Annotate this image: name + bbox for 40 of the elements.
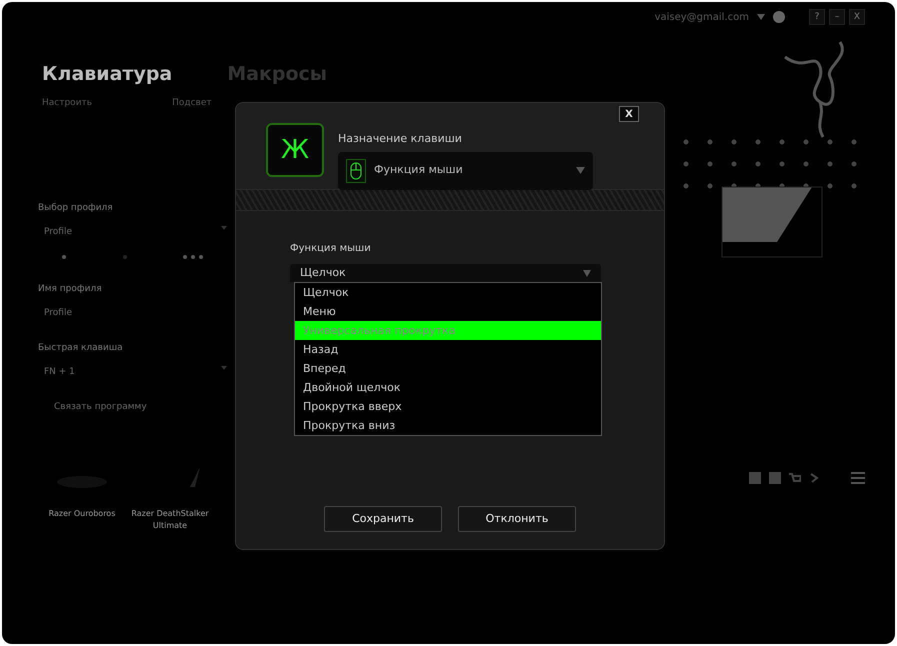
device-name: Razer Ouroboros (48, 508, 116, 520)
tab[interactable]: Клавиатура (42, 60, 172, 88)
dialog-button[interactable]: Отклонить (458, 506, 576, 532)
function-label: Функция мыши (290, 242, 372, 256)
profile-dropdown[interactable]: Profile (38, 226, 227, 239)
globe-icon[interactable] (773, 11, 785, 23)
cart-icon[interactable] (789, 472, 801, 484)
dropdown-option[interactable]: Назад (295, 340, 601, 359)
device-name: Razer DeathStalker Ultimate (130, 508, 210, 532)
assignment-label: Назначение клавиши (338, 131, 463, 147)
field-label: Имя профиля (38, 283, 103, 296)
caret-icon (583, 270, 591, 276)
dialog-button[interactable]: Сохранить (324, 506, 442, 532)
window-button[interactable]: – (829, 9, 845, 25)
caret-icon (221, 226, 227, 230)
dropdown-option[interactable]: Меню (295, 302, 601, 321)
profile-dropdown[interactable]: FN + 1 (38, 366, 227, 379)
field-label: Выбор профиля (38, 202, 114, 215)
dropdown-option[interactable]: Щелчок (295, 283, 601, 302)
dropdown-option[interactable]: Прокрутка вниз (295, 416, 601, 435)
assignment-dropdown[interactable]: Функция мыши (338, 152, 593, 190)
link-program-link[interactable]: Связать программу (38, 401, 227, 414)
dropdown-option[interactable]: Прокрутка вверх (295, 397, 601, 416)
dropdown-option[interactable]: Вперед (295, 359, 601, 378)
dot-icon[interactable] (122, 255, 126, 259)
function-dropdown[interactable]: Щелчок (290, 264, 601, 282)
field-label: Быстрая клавиша (38, 342, 124, 355)
close-button[interactable]: X (619, 106, 639, 122)
dot-icon[interactable] (62, 255, 66, 259)
caret-icon (221, 366, 227, 370)
profile-name-field[interactable]: Profile (38, 306, 227, 320)
window-button[interactable]: X (849, 9, 865, 25)
mouse-icon (346, 158, 366, 182)
menu-icon[interactable] (851, 472, 865, 484)
dropdown-option[interactable]: Двойной щелчок (295, 378, 601, 397)
caret-icon (576, 167, 585, 174)
more-icon[interactable] (183, 255, 203, 259)
window-button[interactable]: ? (809, 9, 825, 25)
caret-icon[interactable] (757, 14, 765, 20)
key-tile: Ж (266, 123, 324, 177)
